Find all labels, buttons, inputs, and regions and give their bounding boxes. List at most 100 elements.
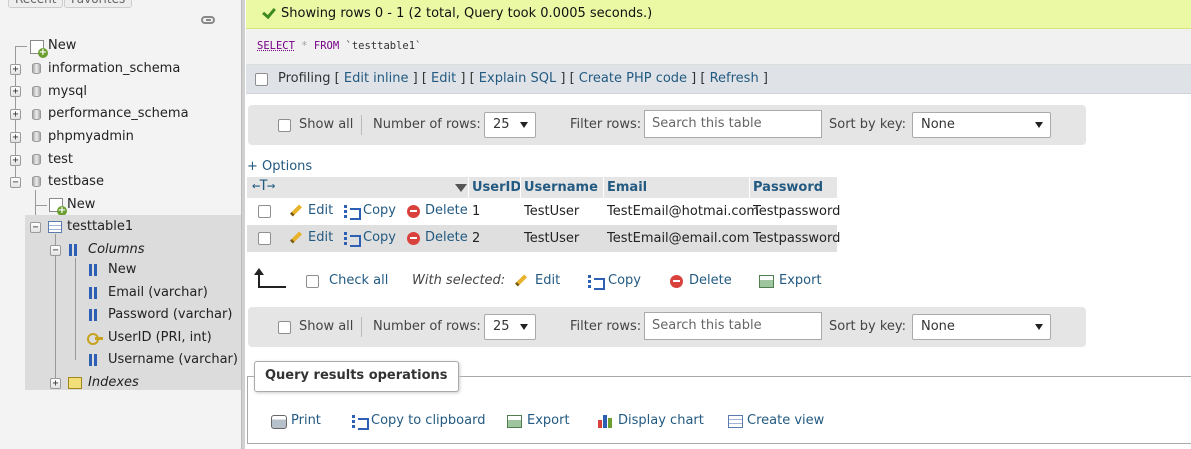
db-mysql[interactable]: mysql [48, 84, 87, 99]
row-copy-link[interactable]: Copy [363, 203, 396, 218]
expand-indexes-button[interactable]: + [50, 378, 61, 389]
cell-username[interactable]: TestUser [524, 231, 579, 246]
table-testtable1[interactable]: testtable1 [67, 219, 133, 234]
show-all-checkbox[interactable] [278, 119, 291, 132]
database-icon [32, 154, 41, 165]
column-icon [89, 287, 101, 299]
collapse-testbase-button[interactable]: − [10, 177, 21, 188]
table-icon [48, 221, 62, 233]
delete-icon [670, 275, 683, 288]
bulk-export-button[interactable]: Export [779, 273, 822, 288]
link-with-main-panel-icon[interactable] [201, 16, 215, 24]
database-icon [32, 86, 41, 97]
db-test[interactable]: test [48, 152, 73, 167]
profiling-label: Profiling [278, 71, 331, 86]
cell-userid[interactable]: 2 [472, 231, 480, 246]
db-phpmyadmin[interactable]: phpmyadmin [48, 129, 134, 144]
delete-icon [407, 232, 420, 245]
cell-password[interactable]: Testpassword [753, 231, 840, 246]
expand-performance-schema-button[interactable]: + [10, 109, 21, 120]
sort-by-key-select[interactable]: None [912, 112, 1051, 138]
indexes-node[interactable]: Indexes [88, 375, 139, 390]
new-column-link[interactable]: New [108, 262, 136, 277]
header-username[interactable]: Username [524, 180, 598, 195]
column-email[interactable]: Email (varchar) [108, 285, 208, 300]
column-username[interactable]: Username (varchar) [108, 352, 238, 367]
new-database-link[interactable]: New [48, 38, 76, 53]
explain-sql-link[interactable]: Explain SQL [479, 71, 556, 86]
row-checkbox[interactable] [258, 232, 271, 245]
sort-by-key-select[interactable]: None [912, 314, 1051, 340]
column-divider [520, 177, 521, 198]
cell-password[interactable]: Testpassword [753, 204, 840, 219]
database-icon [32, 176, 41, 187]
cell-email[interactable]: TestEmail@email.com [607, 231, 749, 246]
copy-to-clipboard-link[interactable]: Copy to clipboard [371, 413, 485, 428]
expand-mysql-button[interactable]: + [10, 86, 21, 97]
show-all-label: Show all [299, 319, 354, 334]
collapse-testtable1-button[interactable]: − [30, 222, 41, 233]
create-view-link[interactable]: Create view [747, 413, 824, 428]
db-performance-schema[interactable]: performance_schema [48, 106, 189, 121]
row-delete-link[interactable]: Delete [425, 230, 468, 245]
export-link[interactable]: Export [527, 413, 570, 428]
filter-rows-label: Filter rows: [570, 319, 642, 334]
expand-test-button[interactable]: + [10, 155, 21, 166]
check-all-arrow-icon [254, 268, 286, 288]
options-link[interactable]: + Options [247, 159, 312, 174]
column-arrows-icon[interactable]: ←T→ [252, 178, 275, 194]
row-copy-link[interactable]: Copy [363, 230, 396, 245]
row-delete-link[interactable]: Delete [425, 203, 468, 218]
bulk-edit-button[interactable]: Edit [535, 273, 560, 288]
columns-icon [69, 244, 81, 256]
bulk-delete-button[interactable]: Delete [689, 273, 732, 288]
tree-line [35, 205, 47, 206]
edit-pencil-icon [514, 274, 528, 288]
filter-rows-label: Filter rows: [570, 117, 642, 132]
expand-phpmyadmin-button[interactable]: + [10, 132, 21, 143]
number-of-rows-value: 25 [493, 319, 510, 334]
column-filter-icon[interactable] [455, 184, 467, 192]
cell-username[interactable]: TestUser [524, 204, 579, 219]
header-password[interactable]: Password [753, 180, 823, 195]
favorites-tab[interactable]: Favorites [64, 0, 133, 8]
sidebar-resize-handle[interactable] [241, 0, 245, 449]
sql-query-box[interactable]: SELECT * FROM `testtable1` [246, 29, 1191, 65]
check-all-label[interactable]: Check all [329, 273, 388, 288]
number-of-rows-select[interactable]: 25 [484, 112, 536, 138]
row-checkbox[interactable] [258, 205, 271, 218]
db-testbase[interactable]: testbase [48, 174, 104, 189]
cell-email[interactable]: TestEmail@hotmai.com [607, 204, 759, 219]
header-email[interactable]: Email [607, 180, 647, 195]
column-userid[interactable]: UserID (PRI, int) [108, 330, 212, 345]
success-message: Showing rows 0 - 1 (2 total, Query took … [246, 0, 1191, 29]
header-userid[interactable]: UserID [472, 180, 521, 195]
refresh-link[interactable]: Refresh [710, 71, 759, 86]
cell-userid[interactable]: 1 [472, 204, 480, 219]
delete-icon [407, 205, 420, 218]
column-password[interactable]: Password (varchar) [108, 307, 232, 322]
columns-node[interactable]: Columns [88, 242, 145, 257]
new-table-link[interactable]: New [67, 197, 95, 212]
expand-information-schema-button[interactable]: + [10, 64, 21, 75]
db-information-schema[interactable]: information_schema [48, 61, 180, 76]
show-all-checkbox[interactable] [278, 321, 291, 334]
filter-rows-input[interactable]: Search this table [644, 110, 822, 138]
display-chart-link[interactable]: Display chart [618, 413, 704, 428]
row-edit-link[interactable]: Edit [308, 203, 333, 218]
collapse-columns-button[interactable]: − [50, 245, 61, 256]
edit-inline-link[interactable]: Edit inline [344, 71, 409, 86]
check-all-checkbox[interactable] [306, 275, 319, 288]
new-table-icon [49, 198, 67, 216]
profiling-checkbox[interactable] [255, 73, 268, 86]
recent-tab[interactable]: Recent [8, 0, 64, 8]
number-of-rows-select[interactable]: 25 [484, 314, 536, 340]
print-link[interactable]: Print [291, 413, 321, 428]
filter-rows-input[interactable]: Search this table [644, 312, 822, 340]
database-icon [32, 63, 41, 74]
row-edit-link[interactable]: Edit [308, 230, 333, 245]
edit-link[interactable]: Edit [431, 71, 456, 86]
bulk-copy-button[interactable]: Copy [608, 273, 641, 288]
results-table-header: ←T→ UserID Username Email Password [247, 177, 837, 198]
create-php-code-link[interactable]: Create PHP code [579, 71, 687, 86]
